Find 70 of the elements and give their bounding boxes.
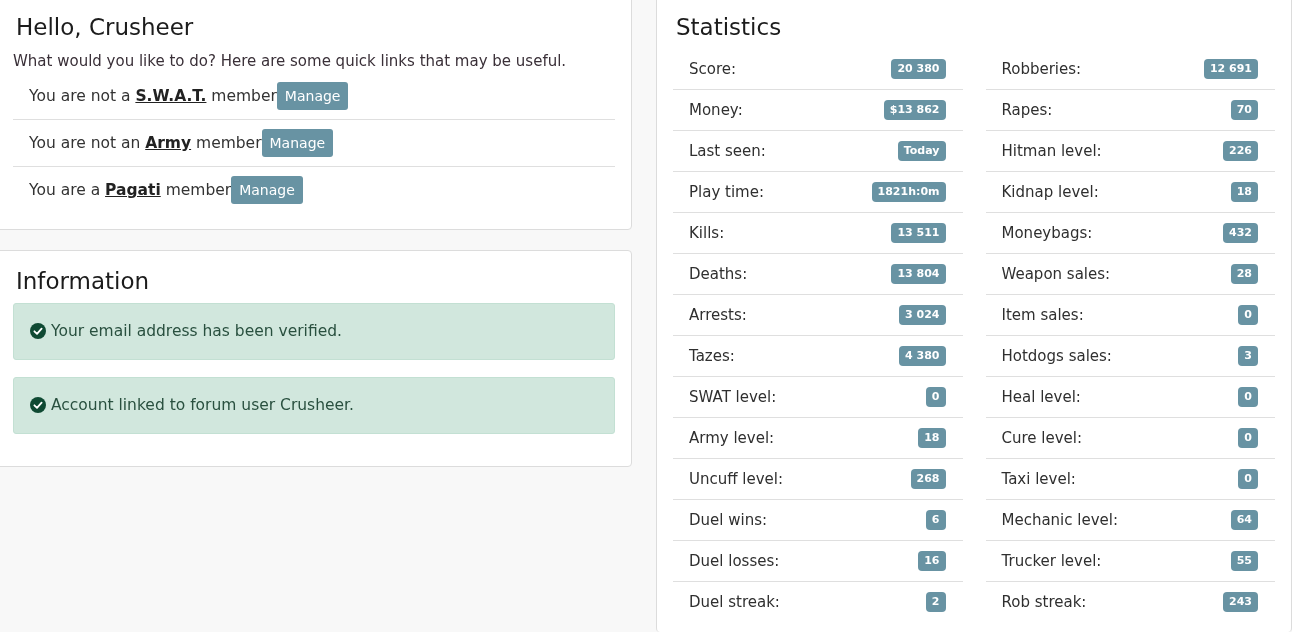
stat-label: Moneybags:: [1001, 223, 1093, 242]
stat-value: 0: [1238, 304, 1258, 325]
stat-value: 13 511: [891, 222, 946, 243]
stat-value: 12 691: [1203, 58, 1258, 79]
stat-value: 16: [918, 550, 946, 571]
alert-text: Account linked to forum user Crusheer.: [51, 396, 354, 415]
stat-value: 18: [1230, 181, 1258, 202]
intro-text: What would you like to do? Here are some quick links that may be useful.: [13, 50, 568, 72]
membership-text: You are not an Army member: [29, 133, 262, 152]
stat-value: 13 804: [891, 263, 946, 284]
stat-label: Deaths:: [689, 264, 748, 283]
stat-label: Item sales:: [1001, 305, 1084, 324]
stat-value: Today: [897, 140, 946, 161]
stat-value: 18: [918, 427, 946, 448]
stat-value: 1821h:0m: [871, 181, 946, 202]
stat-value: 243: [1223, 592, 1258, 613]
check-circle-icon: [30, 397, 46, 414]
stat-value: 20 380: [891, 58, 946, 79]
stat-value: 6: [925, 509, 946, 530]
stat-label: Score:: [689, 59, 737, 78]
stat-label: Duel losses:: [689, 551, 780, 570]
stat-label: Kills:: [689, 223, 725, 242]
stat-value: 432: [1223, 222, 1258, 243]
stat-label: SWAT level:: [689, 387, 777, 406]
group-link[interactable]: Pagati: [105, 180, 161, 199]
membership-text: You are a Pagati member: [29, 180, 232, 199]
card-title: Statistics: [676, 13, 783, 42]
membership-text: You are not a S.W.A.T. member: [29, 86, 277, 105]
stat-label: Duel wins:: [689, 510, 768, 529]
stat-label: Army level:: [689, 428, 775, 447]
stat-label: Rob streak:: [1001, 593, 1087, 612]
stat-label: Kidnap level:: [1001, 182, 1099, 201]
stat-label: Heal level:: [1001, 387, 1081, 406]
stat-label: Trucker level:: [1001, 551, 1102, 570]
stat-value: 0: [1238, 427, 1258, 448]
stat-value: 55: [1230, 550, 1258, 571]
stat-value: 268: [910, 468, 946, 489]
stat-label: Tazes:: [689, 346, 735, 365]
stat-value: 0: [1238, 468, 1258, 489]
stat-label: Cure level:: [1001, 428, 1083, 447]
stat-label: Money:: [689, 100, 743, 119]
stat-label: Last seen:: [689, 141, 766, 160]
stat-value: 2: [925, 592, 946, 613]
stat-value: $13 862: [883, 99, 946, 120]
stat-value: 64: [1230, 509, 1258, 530]
group-link[interactable]: Army: [145, 133, 192, 152]
stat-label: Uncuff level:: [689, 469, 784, 488]
stat-label: Play time:: [689, 182, 764, 201]
stat-label: Mechanic level:: [1001, 510, 1119, 529]
stat-label: Taxi level:: [1001, 469, 1076, 488]
stat-value: 4 380: [899, 345, 946, 366]
card-title: Information: [16, 266, 151, 296]
group-link[interactable]: S.W.A.T.: [135, 86, 207, 105]
stat-label: Rapes:: [1001, 100, 1053, 119]
stat-value: 0: [925, 386, 946, 407]
stat-label: Robberies:: [1001, 59, 1082, 78]
check-circle-icon: [30, 323, 46, 340]
stat-label: Hotdogs sales:: [1001, 346, 1112, 365]
stat-label: Hitman level:: [1001, 141, 1102, 160]
stat-label: Duel streak:: [689, 593, 780, 612]
stat-value: 226: [1223, 140, 1258, 161]
stat-label: Weapon sales:: [1001, 264, 1111, 283]
stat-value: 70: [1230, 99, 1258, 120]
alert-text: Your email address has been verified.: [51, 322, 342, 341]
stat-value: 3: [1238, 345, 1258, 366]
stat-label: Arrests:: [689, 305, 747, 324]
card-title: Hello, Crusheer: [16, 13, 195, 42]
stat-value: 0: [1238, 386, 1258, 407]
stat-value: 3 024: [899, 304, 946, 325]
stat-value: 28: [1230, 263, 1258, 284]
